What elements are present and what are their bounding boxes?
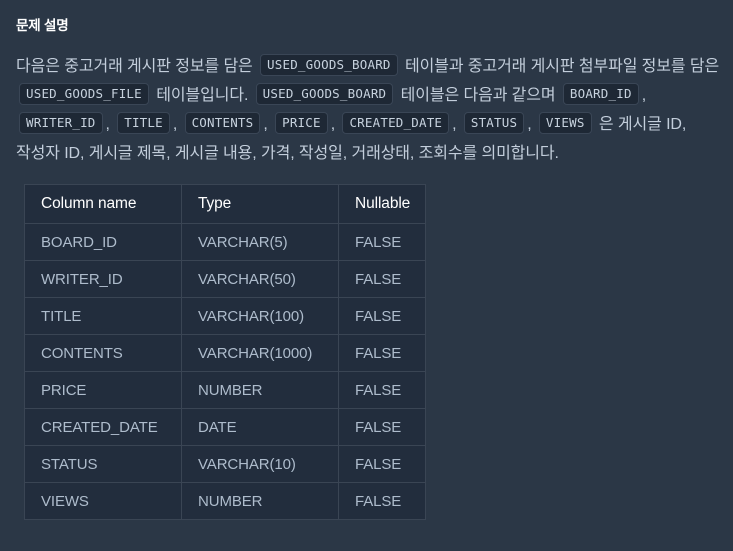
column-header: Column name [24, 184, 182, 224]
table-row: CONTENTS VARCHAR(1000) FALSE [24, 334, 426, 372]
cell-nullable: FALSE [338, 408, 426, 446]
page-title: 문제 설명 [16, 18, 69, 33]
cell-type: NUMBER [181, 371, 339, 409]
inline-code-chip: BOARD_ID [562, 83, 639, 105]
description-text: 테이블과 중고거래 게시판 첨부파일 정보를 담은 [400, 58, 724, 75]
column-header: Nullable [338, 184, 426, 224]
cell-nullable: FALSE [338, 371, 426, 409]
column-header: Type [181, 184, 339, 224]
inline-code-chip: USED_GOODS_BOARD [255, 83, 394, 105]
cell-nullable: FALSE [338, 260, 426, 298]
cell-nullable: FALSE [338, 297, 426, 335]
description-text: , [527, 116, 536, 133]
description-text: , [172, 116, 182, 133]
inline-code-chip: USED_GOODS_BOARD [260, 54, 398, 76]
description-text: , [330, 116, 340, 133]
cell-column-name: TITLE [24, 297, 182, 335]
cell-type: VARCHAR(5) [181, 223, 339, 261]
cell-column-name: CONTENTS [24, 334, 182, 372]
description-text: , [641, 87, 651, 104]
inline-code-chip: VIEWS [538, 112, 592, 134]
description-text: , [105, 116, 115, 133]
table-row: CREATED_DATE DATE FALSE [24, 408, 426, 446]
description-text: 다음은 중고거래 게시판 정보를 담은 [16, 58, 258, 75]
cell-type: VARCHAR(50) [181, 260, 339, 298]
cell-column-name: BOARD_ID [24, 223, 182, 261]
cell-column-name: WRITER_ID [24, 260, 182, 298]
inline-code-chip: PRICE [275, 112, 328, 134]
table-row: VIEWS NUMBER FALSE [24, 482, 426, 520]
description-text: 테이블은 다음과 같으며 [396, 87, 560, 104]
cell-type: VARCHAR(10) [181, 445, 339, 483]
description-text: 테이블입니다. [151, 87, 253, 104]
inline-code-chip: STATUS [463, 112, 525, 134]
inline-code-chip: CREATED_DATE [342, 112, 450, 134]
cell-column-name: STATUS [24, 445, 182, 483]
cell-column-name: VIEWS [24, 482, 182, 520]
table-header-row: Column name Type Nullable [24, 184, 426, 224]
table-body: BOARD_ID VARCHAR(5) FALSE WRITER_ID VARCHAR(… [24, 223, 426, 520]
table-head: Column name Type Nullable [24, 184, 426, 224]
inline-code-chip: TITLE [117, 112, 170, 134]
table-row: WRITER_ID VARCHAR(50) FALSE [24, 260, 426, 298]
problem-description-page: 문제 설명 다음은 중고거래 게시판 정보를 담은 USED_GOODS_BOA… [0, 0, 733, 551]
cell-column-name: CREATED_DATE [24, 408, 182, 446]
cell-type: VARCHAR(100) [181, 297, 339, 335]
inline-code-chip: WRITER_ID [19, 112, 103, 134]
cell-nullable: FALSE [338, 223, 426, 261]
cell-type: NUMBER [181, 482, 339, 520]
cell-type: VARCHAR(1000) [181, 334, 339, 372]
table-row: PRICE NUMBER FALSE [24, 371, 426, 409]
description-text: , [452, 116, 461, 133]
table-row: BOARD_ID VARCHAR(5) FALSE [24, 223, 426, 261]
cell-nullable: FALSE [338, 482, 426, 520]
table-row: STATUS VARCHAR(10) FALSE [24, 445, 426, 483]
table-row: TITLE VARCHAR(100) FALSE [24, 297, 426, 335]
description-text: , [263, 116, 273, 133]
problem-description-paragraph: 다음은 중고거래 게시판 정보를 담은 USED_GOODS_BOARD 테이블… [16, 52, 731, 168]
used-goods-board-schema-table: Column name Type Nullable BOARD_ID VARCHAR(… [24, 184, 426, 520]
cell-column-name: PRICE [24, 371, 182, 409]
cell-nullable: FALSE [338, 334, 426, 372]
inline-code-chip: USED_GOODS_FILE [19, 83, 149, 105]
schema-table-container: Column name Type Nullable BOARD_ID VARCHAR(… [24, 184, 721, 520]
cell-type: DATE [181, 408, 339, 446]
inline-code-chip: CONTENTS [184, 112, 261, 134]
cell-nullable: FALSE [338, 445, 426, 483]
